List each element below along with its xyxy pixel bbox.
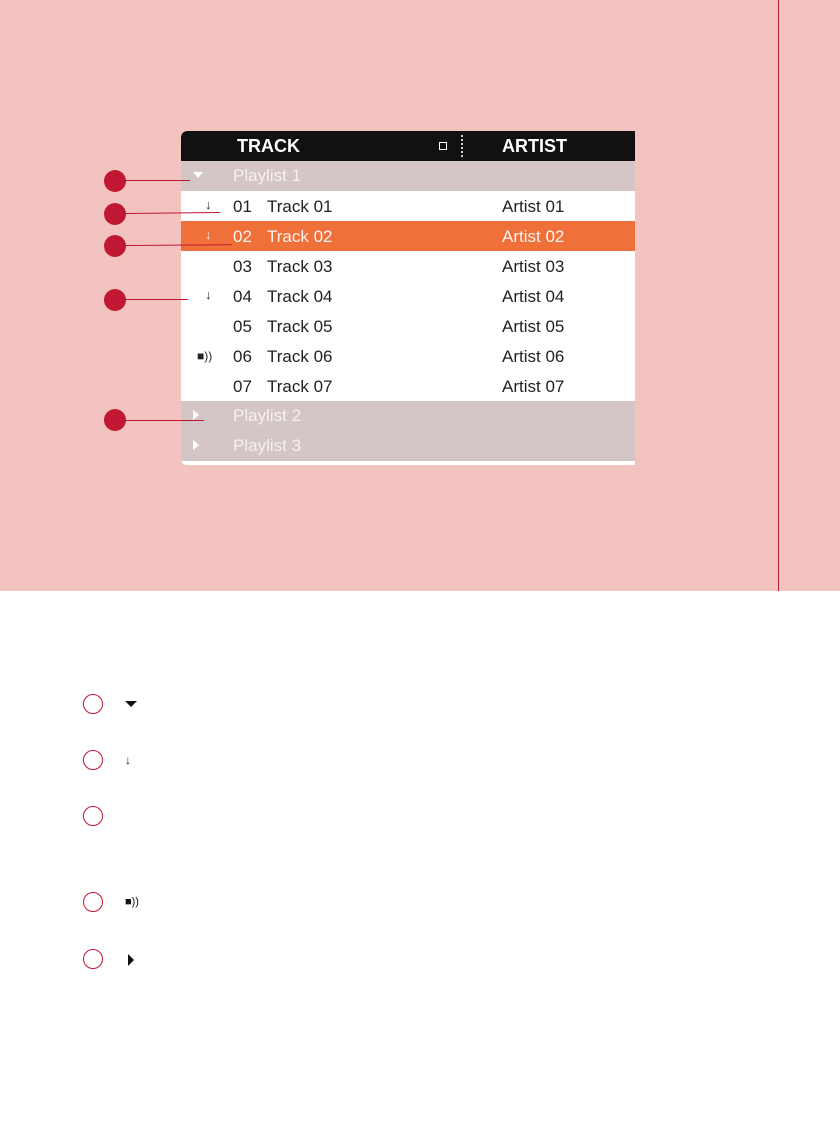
- down-arrow-icon: ↓: [205, 287, 212, 302]
- callout-marker-2: [104, 203, 126, 225]
- playlist-label: Playlist 2: [233, 406, 302, 425]
- speaker-icon: ■)): [125, 896, 139, 908]
- track-title: Track 01: [267, 197, 333, 216]
- track-row[interactable]: ↓ 01 Track 01 Artist 01: [181, 191, 635, 221]
- legend-number-circle: [83, 949, 103, 969]
- track-number: 03: [233, 257, 252, 276]
- track-number: 04: [233, 287, 252, 306]
- callout-marker-4: [104, 289, 126, 311]
- track-artist: Artist 03: [502, 257, 565, 276]
- track-number: 01: [233, 197, 252, 216]
- callout-marker-1: [104, 170, 126, 192]
- track-artist: Artist 07: [502, 377, 565, 396]
- track-artist: Artist 02: [502, 227, 565, 246]
- legend-number-circle: [83, 892, 103, 912]
- column-header-track[interactable]: TRACK: [237, 136, 300, 157]
- expanded-triangle-icon[interactable]: [193, 172, 203, 178]
- track-title: Track 02: [267, 227, 333, 246]
- track-row[interactable]: ↓ 04 Track 04 Artist 04: [181, 281, 635, 311]
- collapsed-triangle-icon[interactable]: [193, 440, 199, 450]
- callout-leader-1: [124, 180, 190, 181]
- track-artist: Artist 01: [502, 197, 565, 216]
- triangle-right-icon: [128, 954, 134, 966]
- playlist-panel: TRACK ARTIST Playlist 1 ↓ 01 Track 01 Ar…: [181, 131, 635, 465]
- track-artist: Artist 06: [502, 347, 565, 366]
- callout-leader-5: [124, 420, 204, 421]
- triangle-down-icon: [125, 701, 137, 707]
- track-title: Track 05: [267, 317, 333, 336]
- track-title: Track 03: [267, 257, 333, 276]
- down-arrow-icon: ↓: [205, 227, 212, 242]
- track-title: Track 07: [267, 377, 333, 396]
- track-artist: Artist 05: [502, 317, 565, 336]
- column-toggle-icon[interactable]: [439, 142, 447, 150]
- legend-number-circle: [83, 694, 103, 714]
- playlist-label: Playlist 1: [233, 166, 302, 185]
- track-row[interactable]: 07 Track 07 Artist 07: [181, 371, 635, 401]
- column-divider[interactable]: [461, 135, 463, 157]
- legend-number-circle: [83, 750, 103, 770]
- track-row-selected[interactable]: ↓ 02 Track 02 Artist 02: [181, 221, 635, 251]
- down-arrow-icon: ↓: [205, 197, 212, 212]
- page-edge-rule: [778, 0, 779, 591]
- down-arrow-icon: ↓: [125, 753, 131, 767]
- track-number: 02: [233, 227, 252, 246]
- speaker-icon: ■)): [197, 349, 213, 363]
- track-row[interactable]: 03 Track 03 Artist 03: [181, 251, 635, 281]
- track-title: Track 04: [267, 287, 333, 306]
- callout-marker-5: [104, 409, 126, 431]
- playlist-label: Playlist 3: [233, 436, 302, 455]
- callout-marker-3: [104, 235, 126, 257]
- callout-leader-4: [124, 299, 188, 300]
- track-number: 07: [233, 377, 252, 396]
- track-title: Track 06: [267, 347, 333, 366]
- column-header: TRACK ARTIST: [181, 131, 635, 161]
- track-number: 06: [233, 347, 252, 366]
- track-row[interactable]: 05 Track 05 Artist 05: [181, 311, 635, 341]
- playlist-row-1[interactable]: Playlist 1: [181, 161, 635, 191]
- track-number: 05: [233, 317, 252, 336]
- track-row[interactable]: ■)) 06 Track 06 Artist 06: [181, 341, 635, 371]
- collapsed-triangle-icon[interactable]: [193, 410, 199, 420]
- legend-number-circle: [83, 806, 103, 826]
- playlist-row-2[interactable]: Playlist 2: [181, 401, 635, 431]
- playlist-row-3[interactable]: Playlist 3: [181, 431, 635, 461]
- column-header-artist[interactable]: ARTIST: [502, 136, 567, 157]
- track-artist: Artist 04: [502, 287, 565, 306]
